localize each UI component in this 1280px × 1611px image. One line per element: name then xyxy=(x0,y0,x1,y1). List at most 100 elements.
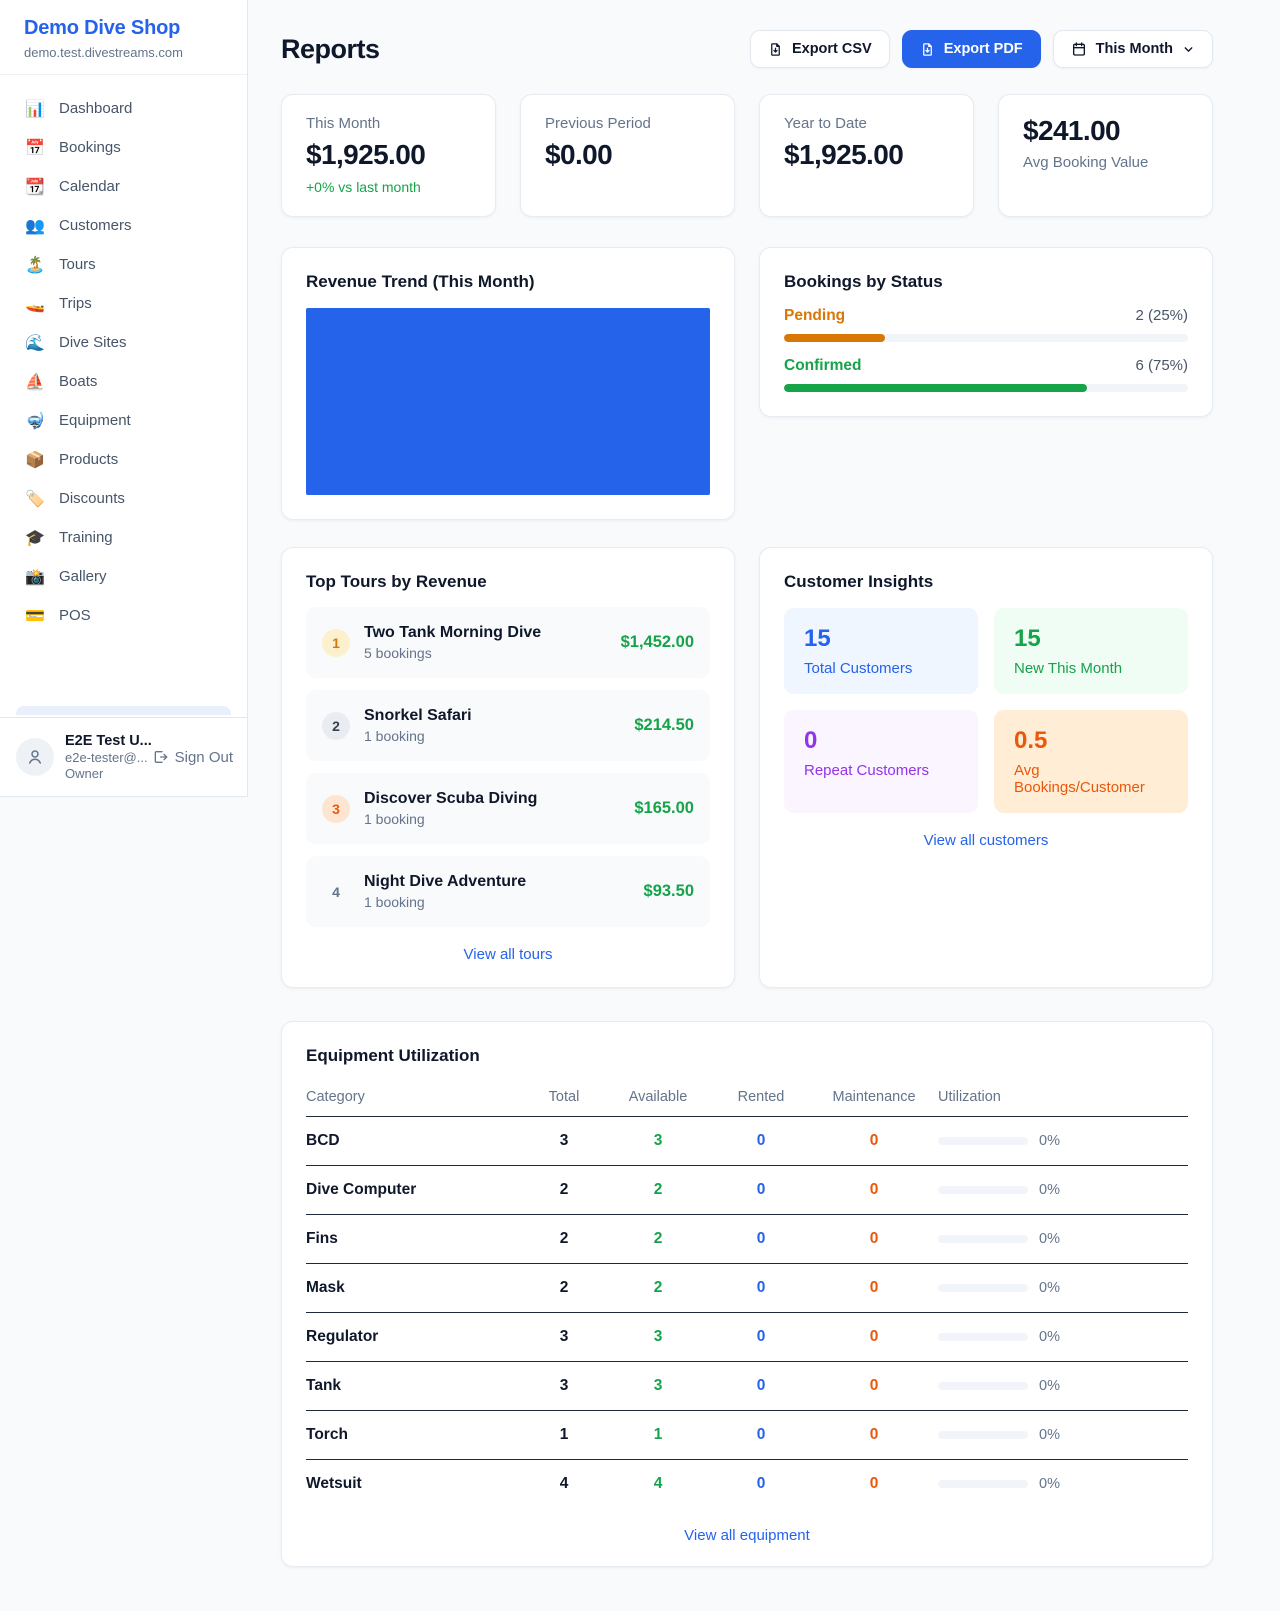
tour-revenue: $93.50 xyxy=(644,882,694,901)
cell-utilization: 0% xyxy=(938,1215,1188,1264)
cell-category: Fins xyxy=(306,1215,524,1264)
sidebar-item-bookings[interactable]: 📅 Bookings xyxy=(0,128,247,167)
cell-maintenance: 0 xyxy=(810,1215,938,1264)
tile-value: 0 xyxy=(804,727,958,755)
tile-value: 15 xyxy=(804,625,958,653)
utilization-pct: 0% xyxy=(1039,1231,1060,1247)
credit-card-icon: 💳 xyxy=(24,606,46,626)
utilization-pct: 0% xyxy=(1039,1378,1060,1394)
tile-avg-bookings-customer: 0.5 Avg Bookings/Customer xyxy=(994,710,1188,813)
card-title: Top Tours by Revenue xyxy=(306,572,710,592)
sidebar-item-calendar[interactable]: 📆 Calendar xyxy=(0,167,247,206)
list-item: 2 Snorkel Safari 1 booking $214.50 xyxy=(306,690,710,761)
sidebar-item-dive-sites[interactable]: 🌊 Dive Sites xyxy=(0,323,247,362)
sign-out-label: Sign Out xyxy=(175,749,233,766)
sidebar-item-training[interactable]: 🎓 Training xyxy=(0,518,247,557)
period-dropdown[interactable]: This Month xyxy=(1053,30,1213,68)
stat-value: $0.00 xyxy=(545,139,710,171)
status-bar-track xyxy=(784,384,1188,392)
cell-total: 3 xyxy=(524,1313,604,1362)
sign-out-button[interactable]: Sign Out xyxy=(152,749,233,766)
tile-value: 0.5 xyxy=(1014,727,1168,755)
status-label: Pending xyxy=(784,307,845,325)
utilization-pct: 0% xyxy=(1039,1427,1060,1443)
sidebar-item-gallery[interactable]: 📸 Gallery xyxy=(0,557,247,596)
sidebar-item-discounts[interactable]: 🏷️ Discounts xyxy=(0,479,247,518)
sidebar-nav: 📊 Dashboard 📅 Bookings 📆 Calendar 👥 Cust… xyxy=(0,75,247,635)
user-name: E2E Test U... xyxy=(65,733,141,749)
export-csv-button[interactable]: Export CSV xyxy=(750,30,890,68)
stat-value: $1,925.00 xyxy=(784,139,949,171)
camera-icon: 📸 xyxy=(24,567,46,587)
utilization-bar xyxy=(938,1480,1028,1488)
cell-total: 1 xyxy=(524,1411,604,1460)
rank-badge: 1 xyxy=(322,629,350,657)
sidebar-item-boats[interactable]: ⛵ Boats xyxy=(0,362,247,401)
cell-available: 4 xyxy=(604,1460,712,1509)
utilization-bar xyxy=(938,1333,1028,1341)
sidebar-item-label: Discounts xyxy=(59,490,125,507)
sidebar-item-label: Dashboard xyxy=(59,100,132,117)
revenue-trend-card: Revenue Trend (This Month) xyxy=(281,247,735,520)
status-row-pending: Pending 2 (25%) xyxy=(784,307,1188,325)
cell-total: 2 xyxy=(524,1166,604,1215)
cell-rented: 0 xyxy=(712,1411,810,1460)
view-all-equipment-link[interactable]: View all equipment xyxy=(306,1527,1188,1544)
sidebar: Demo Dive Shop demo.test.divestreams.com… xyxy=(0,0,248,797)
cell-maintenance: 0 xyxy=(810,1411,938,1460)
cell-available: 3 xyxy=(604,1117,712,1166)
sidebar-item-tours[interactable]: 🏝️ Tours xyxy=(0,245,247,284)
customers-icon: 👥 xyxy=(24,216,46,236)
sidebar-item-products[interactable]: 📦 Products xyxy=(0,440,247,479)
utilization-pct: 0% xyxy=(1039,1133,1060,1149)
stat-card-this-month: This Month $1,925.00 +0% vs last month xyxy=(281,94,496,217)
cell-utilization: 0% xyxy=(938,1166,1188,1215)
tile-new-this-month: 15 New This Month xyxy=(994,608,1188,694)
tour-name: Two Tank Morning Dive xyxy=(364,624,541,642)
sidebar-item-customers[interactable]: 👥 Customers xyxy=(0,206,247,245)
utilization-pct: 0% xyxy=(1039,1476,1060,1492)
stat-label: Avg Booking Value xyxy=(1023,154,1188,171)
cell-category: Dive Computer xyxy=(306,1166,524,1215)
sidebar-item-pos[interactable]: 💳 POS xyxy=(0,596,247,635)
sidebar-header: Demo Dive Shop demo.test.divestreams.com xyxy=(0,0,247,75)
table-row: Torch 1 1 0 0 0% xyxy=(306,1411,1188,1460)
tile-label: New This Month xyxy=(1014,660,1168,677)
user-email: e2e-tester@... xyxy=(65,750,141,765)
column-header: Category xyxy=(306,1079,524,1117)
utilization-bar xyxy=(938,1235,1028,1243)
tile-repeat-customers: 0 Repeat Customers xyxy=(784,710,978,813)
utilization-pct: 0% xyxy=(1039,1182,1060,1198)
stat-label: Previous Period xyxy=(545,115,710,132)
sidebar-item-dashboard[interactable]: 📊 Dashboard xyxy=(0,89,247,128)
island-icon: 🏝️ xyxy=(24,255,46,275)
list-item: 3 Discover Scuba Diving 1 booking $165.0… xyxy=(306,773,710,844)
bookings-calendar-icon: 📅 xyxy=(24,138,46,158)
stat-value: $241.00 xyxy=(1023,115,1188,147)
view-all-tours-link[interactable]: View all tours xyxy=(306,946,710,963)
stat-card-previous-period: Previous Period $0.00 xyxy=(520,94,735,217)
bookings-by-status-card: Bookings by Status Pending 2 (25%) Confi… xyxy=(759,247,1213,417)
export-pdf-button[interactable]: Export PDF xyxy=(902,30,1041,68)
column-header: Available xyxy=(604,1079,712,1117)
sidebar-item-trips[interactable]: 🚤 Trips xyxy=(0,284,247,323)
tour-name: Night Dive Adventure xyxy=(364,873,526,891)
wave-icon: 🌊 xyxy=(24,333,46,353)
sidebar-user-panel: E2E Test U... e2e-tester@... Owner Sign … xyxy=(0,717,247,796)
cell-available: 2 xyxy=(604,1264,712,1313)
insight-tiles: 15 Total Customers 15 New This Month 0 R… xyxy=(784,608,1188,813)
cell-maintenance: 0 xyxy=(810,1313,938,1362)
list-item: 1 Two Tank Morning Dive 5 bookings $1,45… xyxy=(306,607,710,678)
view-all-customers-link[interactable]: View all customers xyxy=(784,832,1188,849)
stat-value: $1,925.00 xyxy=(306,139,471,171)
tile-total-customers: 15 Total Customers xyxy=(784,608,978,694)
sidebar-item-equipment[interactable]: 🤿 Equipment xyxy=(0,401,247,440)
cell-utilization: 0% xyxy=(938,1264,1188,1313)
file-download-icon xyxy=(768,42,783,57)
sailboat-icon: ⛵ xyxy=(24,372,46,392)
tour-name: Discover Scuba Diving xyxy=(364,790,537,808)
tour-bookings: 1 booking xyxy=(364,894,526,910)
sidebar-item-reports-partial[interactable] xyxy=(16,706,231,715)
logout-icon xyxy=(152,749,168,765)
graduation-cap-icon: 🎓 xyxy=(24,528,46,548)
